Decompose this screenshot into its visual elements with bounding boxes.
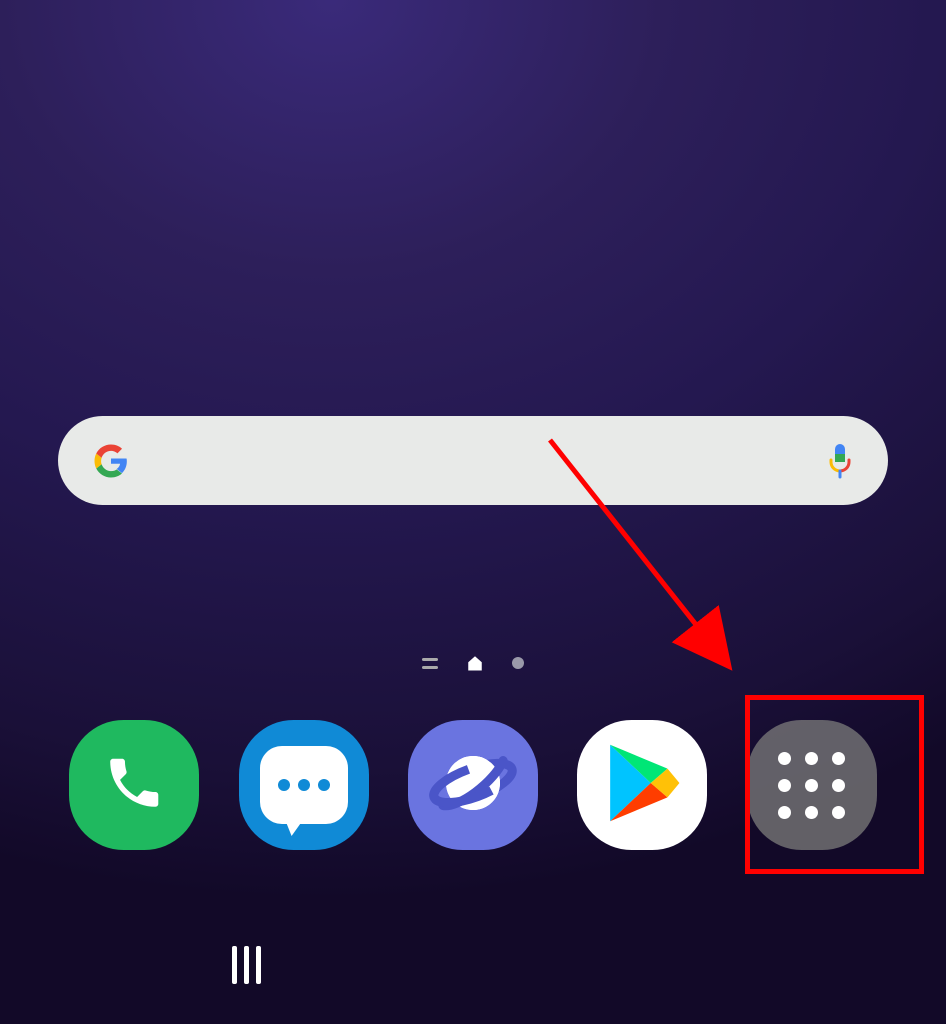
home-page-indicator-icon	[466, 654, 484, 672]
home-button[interactable]	[413, 935, 533, 995]
google-logo-icon	[93, 443, 129, 479]
messages-app[interactable]	[239, 720, 369, 850]
apps-button[interactable]	[747, 720, 877, 850]
recents-button[interactable]	[187, 935, 307, 995]
back-button[interactable]	[640, 935, 760, 995]
menu-bars-icon	[422, 658, 438, 669]
apps-grid-icon	[778, 752, 845, 819]
internet-app[interactable]	[408, 720, 538, 850]
play-icon	[599, 740, 685, 831]
phone-app[interactable]	[69, 720, 199, 850]
recents-icon	[232, 946, 261, 984]
microphone-icon[interactable]	[827, 443, 853, 479]
play-store-app[interactable]	[577, 720, 707, 850]
dock	[0, 720, 946, 850]
phone-icon	[103, 752, 165, 819]
page-indicator	[422, 654, 524, 672]
page-dot-icon	[512, 657, 524, 669]
navigation-bar	[0, 925, 946, 1005]
messages-icon	[260, 746, 348, 824]
google-search-widget[interactable]	[58, 416, 888, 505]
planet-icon	[428, 738, 518, 833]
